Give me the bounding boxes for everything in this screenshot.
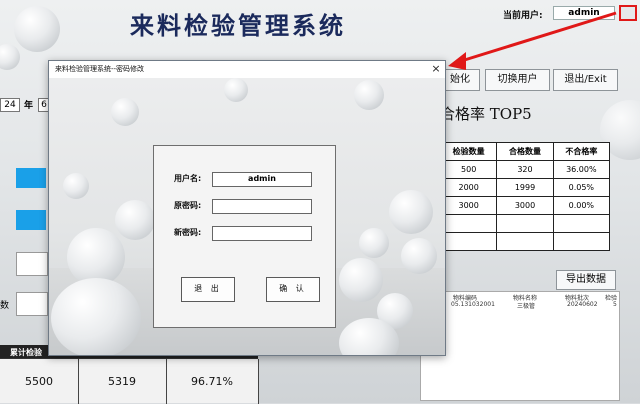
close-icon[interactable]: × bbox=[429, 62, 443, 76]
username-label: 用户名: bbox=[174, 174, 202, 183]
decorative-sphere bbox=[14, 6, 60, 52]
decorative-sphere bbox=[389, 190, 433, 234]
table-cell bbox=[439, 214, 498, 233]
table-cell: 20240602 bbox=[567, 301, 598, 308]
column-header: 合格数量 bbox=[496, 142, 554, 161]
kpi-field bbox=[16, 252, 48, 276]
dialog-title: 来料检验管理系统--密码修改 bbox=[55, 65, 145, 73]
table-row: 3000 3000 0.00% bbox=[439, 196, 611, 215]
column-header: 不合格率 bbox=[552, 142, 611, 161]
table-row bbox=[439, 232, 611, 251]
table-cell: 1999 bbox=[496, 178, 554, 197]
decorative-sphere bbox=[51, 278, 141, 355]
new-password-field[interactable] bbox=[212, 226, 312, 241]
table-header-row: 检验数量 合格数量 不合格率 bbox=[439, 142, 611, 161]
stats-header-label: 累计检验 bbox=[10, 348, 42, 357]
password-change-dialog: 来料检验管理系统--密码修改 × 用户名: admin 原密码: 新密码: 退 … bbox=[48, 60, 446, 356]
year-label: 年 bbox=[24, 101, 34, 111]
kpi-field bbox=[16, 292, 48, 316]
decorative-sphere bbox=[339, 258, 383, 302]
decorative-sphere bbox=[401, 238, 437, 274]
app-title: 来料检验管理系统 bbox=[130, 11, 346, 40]
password-form: 用户名: admin 原密码: 新密码: 退 出 确 认 bbox=[153, 145, 336, 328]
decorative-sphere bbox=[63, 173, 89, 199]
left-label: 数 bbox=[0, 301, 10, 311]
table-cell: 2000 bbox=[439, 178, 498, 197]
export-data-button[interactable]: 导出数据 bbox=[556, 270, 616, 290]
table-row: 500 320 36.00% bbox=[439, 160, 611, 179]
table-cell: 0.00% bbox=[552, 196, 611, 215]
table-cell: 3000 bbox=[496, 196, 554, 215]
table-cell: 3000 bbox=[439, 196, 498, 215]
decorative-sphere bbox=[111, 98, 139, 126]
dialog-body: 用户名: admin 原密码: 新密码: 退 出 确 认 bbox=[49, 78, 445, 355]
table-cell bbox=[439, 232, 498, 251]
table-row bbox=[439, 214, 611, 233]
table-cell: 320 bbox=[496, 160, 554, 179]
table-cell: 05.131032001 bbox=[451, 301, 495, 308]
table-row: 2000 1999 0.05% bbox=[439, 178, 611, 197]
total-qualified-value: 5319 bbox=[78, 359, 167, 404]
table-cell bbox=[552, 232, 611, 251]
dialog-titlebar: 来料检验管理系统--密码修改 × bbox=[49, 61, 445, 78]
decorative-sphere bbox=[224, 78, 248, 102]
decorative-sphere bbox=[0, 44, 20, 70]
table-cell: 36.00% bbox=[552, 160, 611, 179]
table-cell bbox=[496, 232, 554, 251]
year-field[interactable]: 24 bbox=[0, 98, 20, 112]
new-password-label: 新密码: bbox=[174, 228, 202, 237]
cancel-button[interactable]: 退 出 bbox=[181, 277, 235, 302]
annotation-arrow-icon bbox=[448, 11, 617, 70]
inspection-records-table: 物料编码 物料名称 物料批次 检验 05.131032001 三极管 20240… bbox=[420, 291, 620, 401]
decorative-sphere bbox=[354, 80, 384, 110]
column-header: 检验数量 bbox=[439, 142, 498, 161]
top5-title: 合格率 TOP5 bbox=[440, 105, 532, 123]
table-cell: 0.05% bbox=[552, 178, 611, 197]
decorative-sphere bbox=[359, 228, 389, 258]
table-cell: 5 bbox=[613, 301, 617, 308]
pass-rate-value: 96.71% bbox=[166, 359, 259, 404]
username-field[interactable]: admin bbox=[212, 172, 312, 187]
top5-table: 检验数量 合格数量 不合格率 500 320 36.00% 2000 1999 … bbox=[439, 142, 611, 251]
kpi-indicator bbox=[16, 210, 46, 230]
table-cell: 500 bbox=[439, 160, 498, 179]
decorative-sphere bbox=[115, 200, 155, 240]
old-password-label: 原密码: bbox=[174, 201, 202, 210]
old-password-field[interactable] bbox=[212, 199, 312, 214]
total-inspected-value: 5500 bbox=[0, 359, 79, 404]
stats-row: 5500 5319 96.71% bbox=[0, 358, 259, 404]
confirm-button[interactable]: 确 认 bbox=[266, 277, 320, 302]
kpi-indicator bbox=[16, 168, 46, 188]
table-cell bbox=[552, 214, 611, 233]
table-cell: 三极管 bbox=[517, 303, 536, 310]
table-cell bbox=[496, 214, 554, 233]
